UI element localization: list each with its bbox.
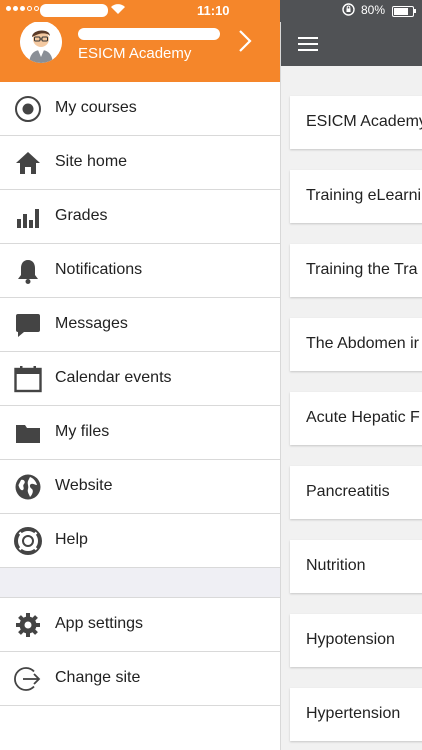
menu-item-help[interactable]: Help	[0, 514, 280, 568]
course-title: Pancreatitis	[306, 483, 390, 500]
course-card[interactable]: Pancreatitis	[290, 466, 422, 519]
side-menu: ESICM Academy My courses Site home Grade…	[0, 0, 281, 750]
menu-item-label: Calendar events	[55, 369, 172, 386]
course-title: The Abdomen ir	[306, 335, 419, 352]
home-icon	[14, 149, 42, 177]
menu-item-label: Help	[55, 531, 88, 548]
menu-item-label: Grades	[55, 207, 108, 224]
course-card[interactable]: ESICM Academy	[290, 96, 422, 149]
globe-icon	[14, 473, 42, 501]
course-card[interactable]: The Abdomen ir	[290, 318, 422, 371]
menu-item-label: My files	[55, 423, 110, 440]
menu-item-label: Change site	[55, 669, 141, 686]
course-title: ESICM Academy	[306, 113, 422, 130]
menu-item-site-home[interactable]: Site home	[0, 136, 280, 190]
course-card[interactable]: Training the Tra	[290, 244, 422, 297]
course-title: Training the Tra	[306, 261, 418, 278]
course-title: Training eLearni	[306, 187, 422, 204]
chat-bubble-icon	[14, 311, 42, 339]
menu-item-label: Messages	[55, 315, 128, 332]
bell-icon	[14, 257, 42, 285]
wifi-icon	[110, 3, 126, 18]
battery-percent: 80%	[361, 3, 386, 17]
course-card[interactable]: Hypertension	[290, 688, 422, 741]
course-title: Nutrition	[306, 557, 366, 574]
menu-item-label: Notifications	[55, 261, 143, 278]
course-card[interactable]: Acute Hepatic F	[290, 392, 422, 445]
menu-item-website[interactable]: Website	[0, 460, 280, 514]
menu-item-change-site[interactable]: Change site	[0, 652, 280, 706]
status-bar-right: 80%	[280, 0, 422, 22]
menu-item-grades[interactable]: Grades	[0, 190, 280, 244]
course-card[interactable]: Hypotension	[290, 614, 422, 667]
carrier-redacted	[40, 4, 108, 17]
course-title: Acute Hepatic F	[306, 409, 420, 426]
status-bar-left: 11:10	[0, 0, 280, 22]
target-icon	[14, 95, 42, 123]
avatar	[20, 21, 62, 63]
menu-item-calendar-events[interactable]: Calendar events	[0, 352, 280, 406]
gear-icon	[14, 611, 42, 639]
main-content: ESICM Academy Training eLearni Training …	[280, 0, 422, 750]
rotation-lock-icon	[342, 3, 355, 19]
chevron-right-icon[interactable]	[236, 28, 254, 54]
drawer-menu: My courses Site home Grades Notification…	[0, 82, 280, 706]
course-title: Hypotension	[306, 631, 395, 648]
menu-item-label: App settings	[55, 615, 144, 632]
course-title: Hypertension	[306, 705, 401, 722]
battery-icon	[392, 6, 414, 17]
exit-icon	[14, 665, 42, 693]
menu-item-label: Website	[55, 477, 113, 494]
signal-icon	[6, 6, 39, 11]
menu-divider	[0, 568, 280, 598]
calendar-icon	[14, 365, 42, 393]
user-name-redacted	[78, 28, 220, 40]
menu-item-label: My courses	[55, 99, 137, 116]
course-card[interactable]: Nutrition	[290, 540, 422, 593]
folder-icon	[14, 419, 42, 447]
status-time: 11:10	[197, 3, 230, 18]
menu-item-messages[interactable]: Messages	[0, 298, 280, 352]
hamburger-menu-icon[interactable]	[298, 37, 318, 52]
menu-item-app-settings[interactable]: App settings	[0, 598, 280, 652]
lifebuoy-icon	[14, 527, 42, 555]
menu-item-label: Site home	[55, 153, 128, 170]
menu-item-my-files[interactable]: My files	[0, 406, 280, 460]
menu-item-notifications[interactable]: Notifications	[0, 244, 280, 298]
menu-item-my-courses[interactable]: My courses	[0, 82, 280, 136]
site-name: ESICM Academy	[78, 45, 192, 62]
bar-chart-icon	[14, 203, 42, 231]
course-card[interactable]: Training eLearni	[290, 170, 422, 223]
status-bar: 11:10 80%	[0, 0, 422, 22]
